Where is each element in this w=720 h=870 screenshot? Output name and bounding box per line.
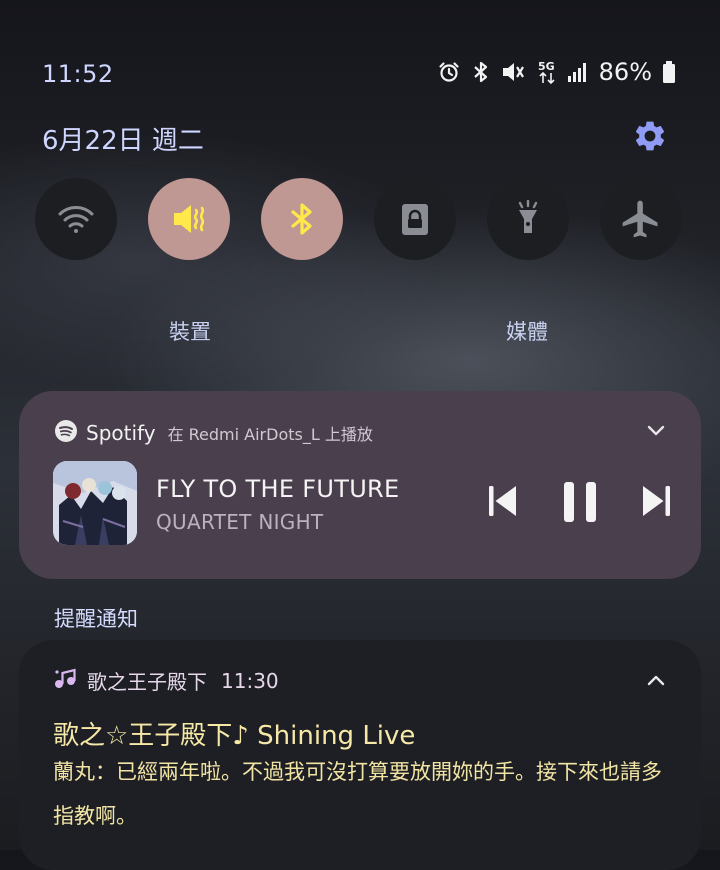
chevron-up-icon xyxy=(647,675,665,686)
date-label: 6月22日 週二 xyxy=(42,126,204,156)
previous-track-button[interactable] xyxy=(487,483,519,519)
notification-collapse-button[interactable] xyxy=(645,670,667,692)
chevron-down-icon xyxy=(647,425,665,436)
next-track-button[interactable] xyxy=(640,483,672,519)
notification-title: 歌之☆王子殿下♪ Shining Live xyxy=(53,721,416,751)
skip-previous-icon xyxy=(489,486,516,516)
skip-next-icon xyxy=(643,486,670,516)
mute-icon xyxy=(174,205,205,233)
toggle-airplane[interactable] xyxy=(600,178,682,260)
media-app-row: Spotify 在 Redmi AirDots_L 上播放 xyxy=(54,419,373,447)
pause-button[interactable] xyxy=(562,481,598,523)
lock-icon xyxy=(402,204,428,235)
wifi-icon xyxy=(58,206,94,233)
status-time: 11:52 xyxy=(42,60,114,88)
signal-icon xyxy=(567,61,589,83)
bluetooth-icon xyxy=(291,203,312,235)
media-output-button[interactable]: 媒體 xyxy=(506,316,548,346)
svg-text:5G: 5G xyxy=(538,60,555,73)
media-player-card[interactable]: Spotify 在 Redmi AirDots_L 上播放 FLY TO THE… xyxy=(19,391,701,579)
media-collapse-button[interactable] xyxy=(645,419,667,441)
notifications-section-title: 提醒通知 xyxy=(54,607,138,631)
media-app-name: Spotify xyxy=(86,421,156,445)
gear-icon xyxy=(635,121,665,151)
mute-icon xyxy=(501,60,527,84)
devices-button[interactable]: 裝置 xyxy=(169,316,211,346)
alarm-icon xyxy=(437,60,461,84)
spotify-icon xyxy=(54,419,78,447)
track-title: FLY TO THE FUTURE xyxy=(156,475,400,503)
status-icons: 5G 86% xyxy=(437,58,676,86)
toggle-wifi[interactable] xyxy=(35,178,117,260)
album-art xyxy=(53,461,137,545)
settings-button[interactable] xyxy=(632,118,668,154)
battery-icon xyxy=(662,60,676,84)
notification-header: 歌之王子殿下 11:30 xyxy=(53,666,279,695)
media-output-device: 在 Redmi AirDots_L 上播放 xyxy=(167,425,373,444)
toggle-screen-lock[interactable] xyxy=(374,178,456,260)
notification-app-name: 歌之王子殿下 xyxy=(87,670,207,694)
battery-percent: 86% xyxy=(598,58,652,86)
bluetooth-icon xyxy=(471,60,491,84)
toggle-bluetooth[interactable] xyxy=(261,178,343,260)
quick-toggles xyxy=(35,178,685,260)
notification-body: 蘭丸：已經兩年啦。不過我可沒打算要放開妳的手。接下來也請多指教啊。 xyxy=(53,760,662,828)
toggle-flashlight[interactable] xyxy=(487,178,569,260)
notification-time: 11:30 xyxy=(221,668,279,693)
pause-icon xyxy=(564,482,596,522)
5g-data-icon: 5G xyxy=(537,59,557,85)
flashlight-icon xyxy=(518,199,538,233)
toggle-sound[interactable] xyxy=(148,178,230,260)
music-note-icon xyxy=(53,668,77,694)
airplane-icon xyxy=(622,200,658,238)
notification-card[interactable]: 歌之王子殿下 11:30 歌之☆王子殿下♪ Shining Live 蘭丸：已經… xyxy=(19,640,701,870)
track-artist: QUARTET NIGHT xyxy=(156,510,324,534)
